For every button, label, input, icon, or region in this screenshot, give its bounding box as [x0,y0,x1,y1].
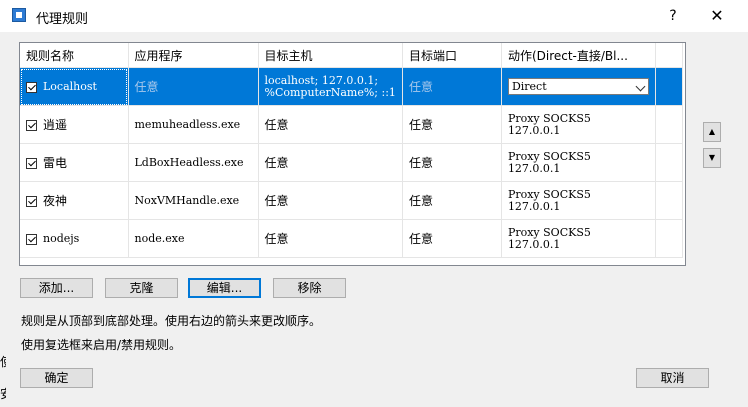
action-line-2: 127.0.0.1 [507,199,561,213]
rule-enabled-checkbox[interactable] [26,233,37,245]
rule-name: 逍遥 [43,118,68,132]
filler-cell [655,67,683,106]
rule-enabled-checkbox[interactable] [26,120,37,131]
host-line-2: %ComputerName%; ::1 [264,85,396,99]
action-dropdown[interactable]: Direct [507,78,649,95]
app-cell[interactable]: memuheadless.exe [128,105,259,144]
filler-cell [655,105,683,144]
action-cell[interactable]: Proxy SOCKS5 127.0.0.1 [501,143,656,182]
table-row[interactable]: Localhost 任意 localhost; 127.0.0.1; %Comp… [20,67,683,106]
host-cell[interactable]: 任意 [258,181,403,220]
action-line-1: Proxy SOCKS5 [507,225,591,239]
app-value: 任意 [134,80,159,94]
rule-name-cell[interactable]: Localhost [20,67,129,106]
rule-enabled-checkbox[interactable] [26,196,37,207]
chevron-down-icon [635,81,646,92]
rule-enabled-checkbox[interactable] [26,158,37,169]
rule-name: Localhost [43,80,97,93]
port-cell[interactable]: 任意 [402,143,502,182]
rule-name-cell[interactable]: 夜神 [20,181,129,220]
app-cell[interactable]: node.exe [128,219,259,258]
action-dropdown-value: Direct [511,80,547,93]
host-cell[interactable]: 任意 [258,105,403,144]
port-cell[interactable]: 任意 [402,181,502,220]
cancel-button[interactable]: 取消 [636,368,709,388]
column-header-rule-name[interactable]: 规则名称 [20,43,129,68]
rules-grid[interactable]: 规则名称 应用程序 目标主机 目标端口 动作(Direct-直接/Bl... L… [19,42,686,266]
rule-enabled-checkbox[interactable] [26,81,37,93]
host-cell[interactable]: localhost; 127.0.0.1; %ComputerName%; ::… [258,67,403,106]
table-row[interactable]: 逍遥 memuheadless.exe 任意 任意 Proxy SOCKS5 1… [20,105,683,144]
rule-name: 夜神 [43,194,68,208]
info-text-order: 规则是从顶部到底部处理。使用右边的箭头来更改顺序。 [21,314,322,328]
edit-button[interactable]: 编辑... [188,278,261,298]
table-row[interactable]: nodejs node.exe 任意 任意 Proxy SOCKS5 127.0… [20,219,683,258]
action-line-1: Proxy SOCKS5 [507,149,591,163]
background-text-fragment: 安 [0,385,6,402]
rule-name-cell[interactable]: nodejs [20,219,129,258]
action-line-2: 127.0.0.1 [507,123,561,137]
app-cell[interactable]: LdBoxHeadless.exe [128,143,259,182]
action-line-2: 127.0.0.1 [507,161,561,175]
move-up-button[interactable]: ▲ [703,122,721,142]
filler-cell [655,143,683,182]
app-icon [12,8,26,22]
column-header-action[interactable]: 动作(Direct-直接/Bl... [501,43,656,68]
close-button[interactable]: ✕ [702,4,732,28]
action-cell[interactable]: Proxy SOCKS5 127.0.0.1 [501,181,656,220]
background-text-fragment: 使 [0,353,6,370]
rule-name-cell[interactable]: 逍遥 [20,105,129,144]
action-line-1: Proxy SOCKS5 [507,111,591,125]
action-cell[interactable]: Direct [501,67,656,106]
filler-cell [655,181,683,220]
action-cell[interactable]: Proxy SOCKS5 127.0.0.1 [501,105,656,144]
host-cell[interactable]: 任意 [258,143,403,182]
host-line-1: localhost; 127.0.0.1; [264,73,379,87]
port-cell[interactable]: 任意 [402,105,502,144]
port-value: 任意 [408,80,433,94]
help-button[interactable]: ? [660,4,686,28]
dialog-title: 代理规则 [36,12,89,27]
table-row[interactable]: 夜神 NoxVMHandle.exe 任意 任意 Proxy SOCKS5 12… [20,181,683,220]
column-header-target-host[interactable]: 目标主机 [258,43,403,68]
move-down-button[interactable]: ▼ [703,148,721,168]
proxy-rules-dialog: 代理规则 ? ✕ 规则名称 应用程序 目标主机 目标端口 动作(Direct-直… [0,0,748,407]
ok-button[interactable]: 确定 [20,368,93,388]
add-button[interactable]: 添加... [20,278,93,298]
action-line-2: 127.0.0.1 [507,237,561,251]
rule-name: nodejs [43,232,80,245]
table-header: 规则名称 应用程序 目标主机 目标端口 动作(Direct-直接/Bl... [20,43,683,68]
title-bar: 代理规则 ? ✕ [0,0,748,32]
action-line-1: Proxy SOCKS5 [507,187,591,201]
host-cell[interactable]: 任意 [258,219,403,258]
column-header-filler [655,43,683,68]
filler-cell [655,219,683,258]
app-cell[interactable]: 任意 [128,67,259,106]
info-text-checkbox: 使用复选框来启用/禁用规则。 [21,338,182,352]
action-cell[interactable]: Proxy SOCKS5 127.0.0.1 [501,219,656,258]
column-header-target-port[interactable]: 目标端口 [402,43,502,68]
rule-name: 雷电 [43,156,68,170]
rules-table: 规则名称 应用程序 目标主机 目标端口 动作(Direct-直接/Bl... L… [20,43,683,258]
clone-button[interactable]: 克隆 [105,278,178,298]
table-row[interactable]: 雷电 LdBoxHeadless.exe 任意 任意 Proxy SOCKS5 … [20,143,683,182]
rule-name-cell[interactable]: 雷电 [20,143,129,182]
app-cell[interactable]: NoxVMHandle.exe [128,181,259,220]
remove-button[interactable]: 移除 [273,278,346,298]
column-header-application[interactable]: 应用程序 [128,43,259,68]
port-cell[interactable]: 任意 [402,67,502,106]
port-cell[interactable]: 任意 [402,219,502,258]
